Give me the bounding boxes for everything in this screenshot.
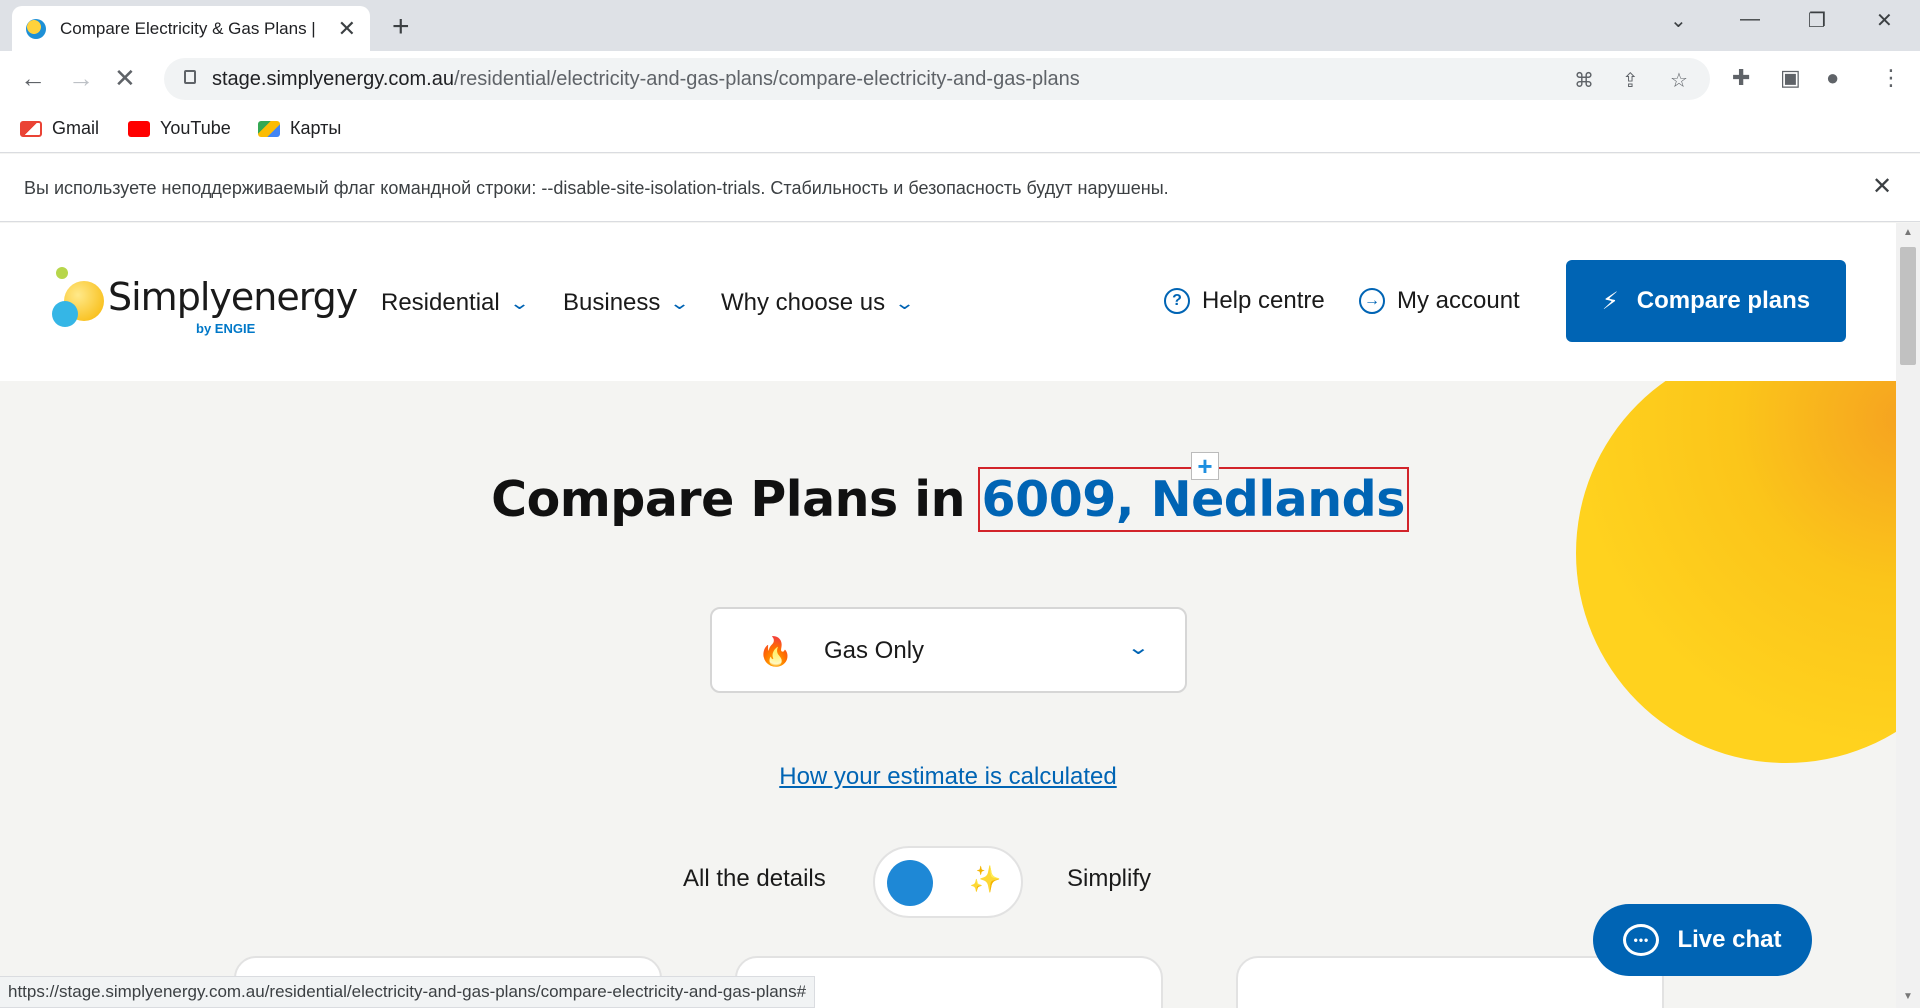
unsupported-flag-infobar: Вы используете неподдерживаемый флаг ком… [0,154,1920,222]
my-account-link[interactable]: → My account [1359,287,1520,315]
browser-tab[interactable]: Compare Electricity & Gas Plans | ✕ [12,6,370,51]
chevron-down-icon: ⌄ [1126,637,1151,659]
tab-search-chevron-icon[interactable]: ⌄ [1670,8,1687,33]
browser-tab-strip: Compare Electricity & Gas Plans | ✕ + ⌄ … [0,0,1920,51]
chevron-down-icon: ⌄ [894,292,916,313]
chevron-down-icon: ⌄ [508,292,530,313]
nav-residential[interactable]: Residential ⌄ [381,289,530,317]
forward-arrow-icon[interactable]: → [68,63,94,94]
estimate-calculation-link[interactable]: How your estimate is calculated [0,763,1896,791]
help-icon: ? [1164,288,1190,314]
flame-icon: 🔥 [758,636,793,667]
close-infobar-icon[interactable]: ✕ [1872,172,1892,201]
bookmark-maps[interactable]: Карты [258,118,341,139]
plan-card[interactable] [1236,956,1664,1008]
extensions-icon[interactable]: ✚ [1732,65,1750,91]
status-bar-url: https://stage.simplyenergy.com.au/reside… [0,976,816,1008]
page-title: Compare Plans in 6009, Nedlands [491,467,1409,532]
toggle-right-label: Simplify [1067,865,1152,892]
add-marker-icon[interactable]: + [1191,451,1219,481]
browser-menu-icon[interactable]: ⋮ [1880,65,1902,91]
bookmark-star-icon[interactable]: ☆ [1670,68,1688,93]
chevron-down-icon: ⌄ [669,292,691,313]
share-icon[interactable]: ⇪ [1622,68,1639,93]
gmail-icon [20,120,42,137]
scroll-up-icon[interactable]: ▲ [1903,227,1913,238]
decorative-sun [1576,343,1896,763]
simplyenergy-logo[interactable]: Simplyenergy by ENGIE [46,263,358,343]
toggle-left-label: All the details [683,865,826,892]
back-arrow-icon[interactable]: ← [20,63,46,94]
infobar-message: Вы используете неподдерживаемый флаг ком… [24,178,1169,198]
stop-loading-icon[interactable]: ✕ [114,63,136,94]
profile-avatar-icon[interactable]: ● [1826,65,1839,91]
restore-icon[interactable]: ❐ [1808,8,1826,33]
page-viewport: Simplyenergy by ENGIE Residential ⌄ Busin… [0,223,1896,1008]
plug-icon: ⚡ [1601,287,1619,315]
site-favicon-icon [26,18,46,39]
scrollbar-thumb[interactable] [1900,247,1916,365]
side-panel-icon[interactable]: ▣ [1780,65,1801,91]
youtube-icon [128,120,150,137]
scroll-down-icon[interactable]: ▼ [1903,991,1913,1002]
sign-in-icon: → [1359,288,1385,314]
lock-icon [184,70,196,84]
help-centre-link[interactable]: ? Help centre [1164,287,1325,315]
page-scrollbar[interactable]: ▲ ▼ [1896,223,1920,1008]
new-tab-icon[interactable]: + [392,10,410,44]
compare-plans-button[interactable]: ⚡ Compare plans [1566,260,1846,342]
chat-bubble-icon: ••• [1623,924,1660,956]
close-window-icon[interactable]: ✕ [1876,8,1893,33]
close-tab-icon[interactable]: ✕ [338,16,356,42]
site-header: Simplyenergy by ENGIE Residential ⌄ Busin… [0,223,1896,381]
fuel-type-select[interactable]: 🔥 Gas Only ⌄ [710,607,1187,693]
browser-toolbar: ← → ✕ stage.simplyenergy.com.au/resident… [0,51,1920,106]
minimize-icon[interactable]: — [1740,8,1760,31]
url-text: stage.simplyenergy.com.au/residential/el… [212,68,1080,90]
translate-icon[interactable]: ⌘ [1574,68,1594,93]
bookmark-youtube[interactable]: YouTube [128,118,231,139]
address-bar[interactable]: stage.simplyenergy.com.au/residential/el… [164,58,1710,100]
nav-why-choose-us[interactable]: Why choose us ⌄ [721,289,916,317]
fuel-type-value: Gas Only [824,637,925,664]
toggle-knob[interactable] [887,860,933,906]
bookmarks-bar: Gmail YouTube Карты [0,106,1920,153]
live-chat-button[interactable]: ••• Live chat [1593,904,1812,976]
detail-mode-toggle[interactable]: ✨ [873,846,1023,918]
nav-business[interactable]: Business ⌄ [563,289,691,317]
tab-title: Compare Electricity & Gas Plans | [60,18,316,38]
bookmark-gmail[interactable]: Gmail [20,118,99,139]
magic-wand-icon: ✨ [969,864,1002,894]
maps-icon [258,120,280,137]
